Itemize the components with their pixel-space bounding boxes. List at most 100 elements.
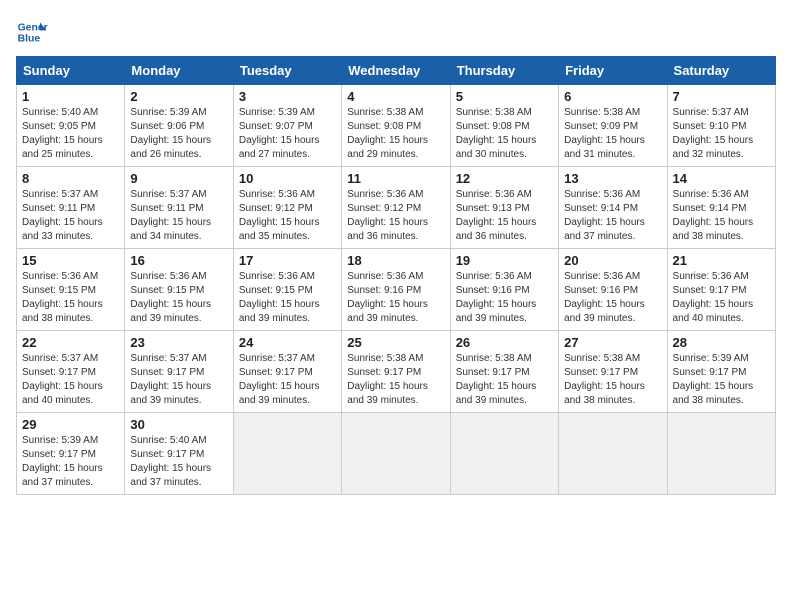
day-number: 9 <box>130 171 227 186</box>
header-cell-thursday: Thursday <box>450 57 558 85</box>
day-detail: Sunrise: 5:36 AMSunset: 9:16 PMDaylight:… <box>564 270 661 326</box>
day-detail: Sunrise: 5:39 AMSunset: 9:17 PMDaylight:… <box>22 434 119 490</box>
calendar-cell: 19 Sunrise: 5:36 AMSunset: 9:16 PMDayligh… <box>450 249 558 331</box>
day-number: 10 <box>239 171 336 186</box>
day-number: 18 <box>347 253 444 268</box>
calendar-row: 1 Sunrise: 5:40 AMSunset: 9:05 PMDaylight… <box>17 85 776 167</box>
day-detail: Sunrise: 5:38 AMSunset: 9:17 PMDaylight:… <box>347 352 444 408</box>
calendar-cell: 24 Sunrise: 5:37 AMSunset: 9:17 PMDayligh… <box>233 331 341 413</box>
day-detail: Sunrise: 5:37 AMSunset: 9:10 PMDaylight:… <box>673 106 770 162</box>
day-number: 26 <box>456 335 553 350</box>
calendar-row: 22Sunrise: 5:37 AMSunset: 9:17 PMDayligh… <box>17 331 776 413</box>
calendar-cell: 27 Sunrise: 5:38 AMSunset: 9:17 PMDayligh… <box>559 331 667 413</box>
day-number: 16 <box>130 253 227 268</box>
day-detail: Sunrise: 5:40 AMSunset: 9:17 PMDaylight:… <box>130 434 227 490</box>
day-detail: Sunrise: 5:38 AMSunset: 9:08 PMDaylight:… <box>456 106 553 162</box>
calendar-cell: 5Sunrise: 5:38 AMSunset: 9:08 PMDaylight… <box>450 85 558 167</box>
day-detail: Sunrise: 5:39 AMSunset: 9:06 PMDaylight:… <box>130 106 227 162</box>
day-detail: Sunrise: 5:38 AMSunset: 9:17 PMDaylight:… <box>456 352 553 408</box>
calendar-cell <box>450 413 558 495</box>
day-detail: Sunrise: 5:37 AMSunset: 9:11 PMDaylight:… <box>22 188 119 244</box>
day-number: 14 <box>673 171 770 186</box>
calendar-cell: 13 Sunrise: 5:36 AMSunset: 9:14 PMDayligh… <box>559 167 667 249</box>
calendar-cell: 9 Sunrise: 5:37 AMSunset: 9:11 PMDaylight… <box>125 167 233 249</box>
day-number: 12 <box>456 171 553 186</box>
header-cell-wednesday: Wednesday <box>342 57 450 85</box>
day-number: 20 <box>564 253 661 268</box>
day-detail: Sunrise: 5:39 AMSunset: 9:07 PMDaylight:… <box>239 106 336 162</box>
calendar-cell: 6 Sunrise: 5:38 AMSunset: 9:09 PMDaylight… <box>559 85 667 167</box>
day-detail: Sunrise: 5:36 AMSunset: 9:16 PMDaylight:… <box>347 270 444 326</box>
calendar-cell <box>559 413 667 495</box>
day-number: 2 <box>130 89 227 104</box>
day-number: 24 <box>239 335 336 350</box>
calendar-cell: 25 Sunrise: 5:38 AMSunset: 9:17 PMDayligh… <box>342 331 450 413</box>
calendar-cell: 7 Sunrise: 5:37 AMSunset: 9:10 PMDaylight… <box>667 85 775 167</box>
calendar-cell: 18 Sunrise: 5:36 AMSunset: 9:16 PMDayligh… <box>342 249 450 331</box>
day-detail: Sunrise: 5:37 AMSunset: 9:17 PMDaylight:… <box>130 352 227 408</box>
day-detail: Sunrise: 5:39 AMSunset: 9:17 PMDaylight:… <box>673 352 770 408</box>
header-row: SundayMondayTuesdayWednesdayThursdayFrid… <box>17 57 776 85</box>
day-number: 8 <box>22 171 119 186</box>
day-detail: Sunrise: 5:36 AMSunset: 9:14 PMDaylight:… <box>564 188 661 244</box>
calendar-cell: 22Sunrise: 5:37 AMSunset: 9:17 PMDayligh… <box>17 331 125 413</box>
calendar-cell <box>667 413 775 495</box>
calendar-cell: 11Sunrise: 5:36 AMSunset: 9:12 PMDayligh… <box>342 167 450 249</box>
day-number: 29 <box>22 417 119 432</box>
calendar-cell: 8 Sunrise: 5:37 AMSunset: 9:11 PMDaylight… <box>17 167 125 249</box>
calendar-cell: 3 Sunrise: 5:39 AMSunset: 9:07 PMDaylight… <box>233 85 341 167</box>
calendar-cell: 14 Sunrise: 5:36 AMSunset: 9:14 PMDayligh… <box>667 167 775 249</box>
calendar-cell: 17Sunrise: 5:36 AMSunset: 9:15 PMDayligh… <box>233 249 341 331</box>
header-cell-monday: Monday <box>125 57 233 85</box>
day-number: 19 <box>456 253 553 268</box>
day-detail: Sunrise: 5:38 AMSunset: 9:17 PMDaylight:… <box>564 352 661 408</box>
day-number: 7 <box>673 89 770 104</box>
day-number: 28 <box>673 335 770 350</box>
svg-text:Blue: Blue <box>18 34 41 45</box>
day-number: 6 <box>564 89 661 104</box>
day-detail: Sunrise: 5:40 AMSunset: 9:05 PMDaylight:… <box>22 106 119 162</box>
calendar-cell: 15 Sunrise: 5:36 AMSunset: 9:15 PMDayligh… <box>17 249 125 331</box>
header-cell-tuesday: Tuesday <box>233 57 341 85</box>
day-number: 1 <box>22 89 119 104</box>
day-number: 23 <box>130 335 227 350</box>
day-detail: Sunrise: 5:36 AMSunset: 9:12 PMDaylight:… <box>347 188 444 244</box>
day-detail: Sunrise: 5:36 AMSunset: 9:17 PMDaylight:… <box>673 270 770 326</box>
calendar-cell: 30 Sunrise: 5:40 AMSunset: 9:17 PMDayligh… <box>125 413 233 495</box>
day-detail: Sunrise: 5:36 AMSunset: 9:15 PMDaylight:… <box>22 270 119 326</box>
day-number: 15 <box>22 253 119 268</box>
header-cell-friday: Friday <box>559 57 667 85</box>
calendar-row: 8 Sunrise: 5:37 AMSunset: 9:11 PMDaylight… <box>17 167 776 249</box>
calendar-cell: 1 Sunrise: 5:40 AMSunset: 9:05 PMDaylight… <box>17 85 125 167</box>
calendar-row: 15 Sunrise: 5:36 AMSunset: 9:15 PMDayligh… <box>17 249 776 331</box>
day-detail: Sunrise: 5:38 AMSunset: 9:09 PMDaylight:… <box>564 106 661 162</box>
day-number: 17 <box>239 253 336 268</box>
header-cell-sunday: Sunday <box>17 57 125 85</box>
calendar-cell: 29 Sunrise: 5:39 AMSunset: 9:17 PMDayligh… <box>17 413 125 495</box>
day-number: 27 <box>564 335 661 350</box>
calendar-cell: 12 Sunrise: 5:36 AMSunset: 9:13 PMDayligh… <box>450 167 558 249</box>
calendar-cell: 4Sunrise: 5:38 AMSunset: 9:08 PMDaylight… <box>342 85 450 167</box>
day-detail: Sunrise: 5:36 AMSunset: 9:16 PMDaylight:… <box>456 270 553 326</box>
day-detail: Sunrise: 5:36 AMSunset: 9:13 PMDaylight:… <box>456 188 553 244</box>
day-detail: Sunrise: 5:37 AMSunset: 9:17 PMDaylight:… <box>22 352 119 408</box>
calendar-cell: 21 Sunrise: 5:36 AMSunset: 9:17 PMDayligh… <box>667 249 775 331</box>
day-number: 3 <box>239 89 336 104</box>
day-detail: Sunrise: 5:37 AMSunset: 9:17 PMDaylight:… <box>239 352 336 408</box>
day-number: 30 <box>130 417 227 432</box>
day-number: 13 <box>564 171 661 186</box>
day-detail: Sunrise: 5:36 AMSunset: 9:14 PMDaylight:… <box>673 188 770 244</box>
calendar-cell: 20 Sunrise: 5:36 AMSunset: 9:16 PMDayligh… <box>559 249 667 331</box>
day-number: 4 <box>347 89 444 104</box>
calendar-cell <box>342 413 450 495</box>
header: General Blue <box>16 16 776 48</box>
day-detail: Sunrise: 5:36 AMSunset: 9:15 PMDaylight:… <box>130 270 227 326</box>
day-number: 25 <box>347 335 444 350</box>
calendar-cell: 28 Sunrise: 5:39 AMSunset: 9:17 PMDayligh… <box>667 331 775 413</box>
calendar-cell: 23 Sunrise: 5:37 AMSunset: 9:17 PMDayligh… <box>125 331 233 413</box>
calendar-row: 29 Sunrise: 5:39 AMSunset: 9:17 PMDayligh… <box>17 413 776 495</box>
day-number: 21 <box>673 253 770 268</box>
calendar-table: SundayMondayTuesdayWednesdayThursdayFrid… <box>16 56 776 495</box>
day-detail: Sunrise: 5:37 AMSunset: 9:11 PMDaylight:… <box>130 188 227 244</box>
calendar-cell: 26 Sunrise: 5:38 AMSunset: 9:17 PMDayligh… <box>450 331 558 413</box>
